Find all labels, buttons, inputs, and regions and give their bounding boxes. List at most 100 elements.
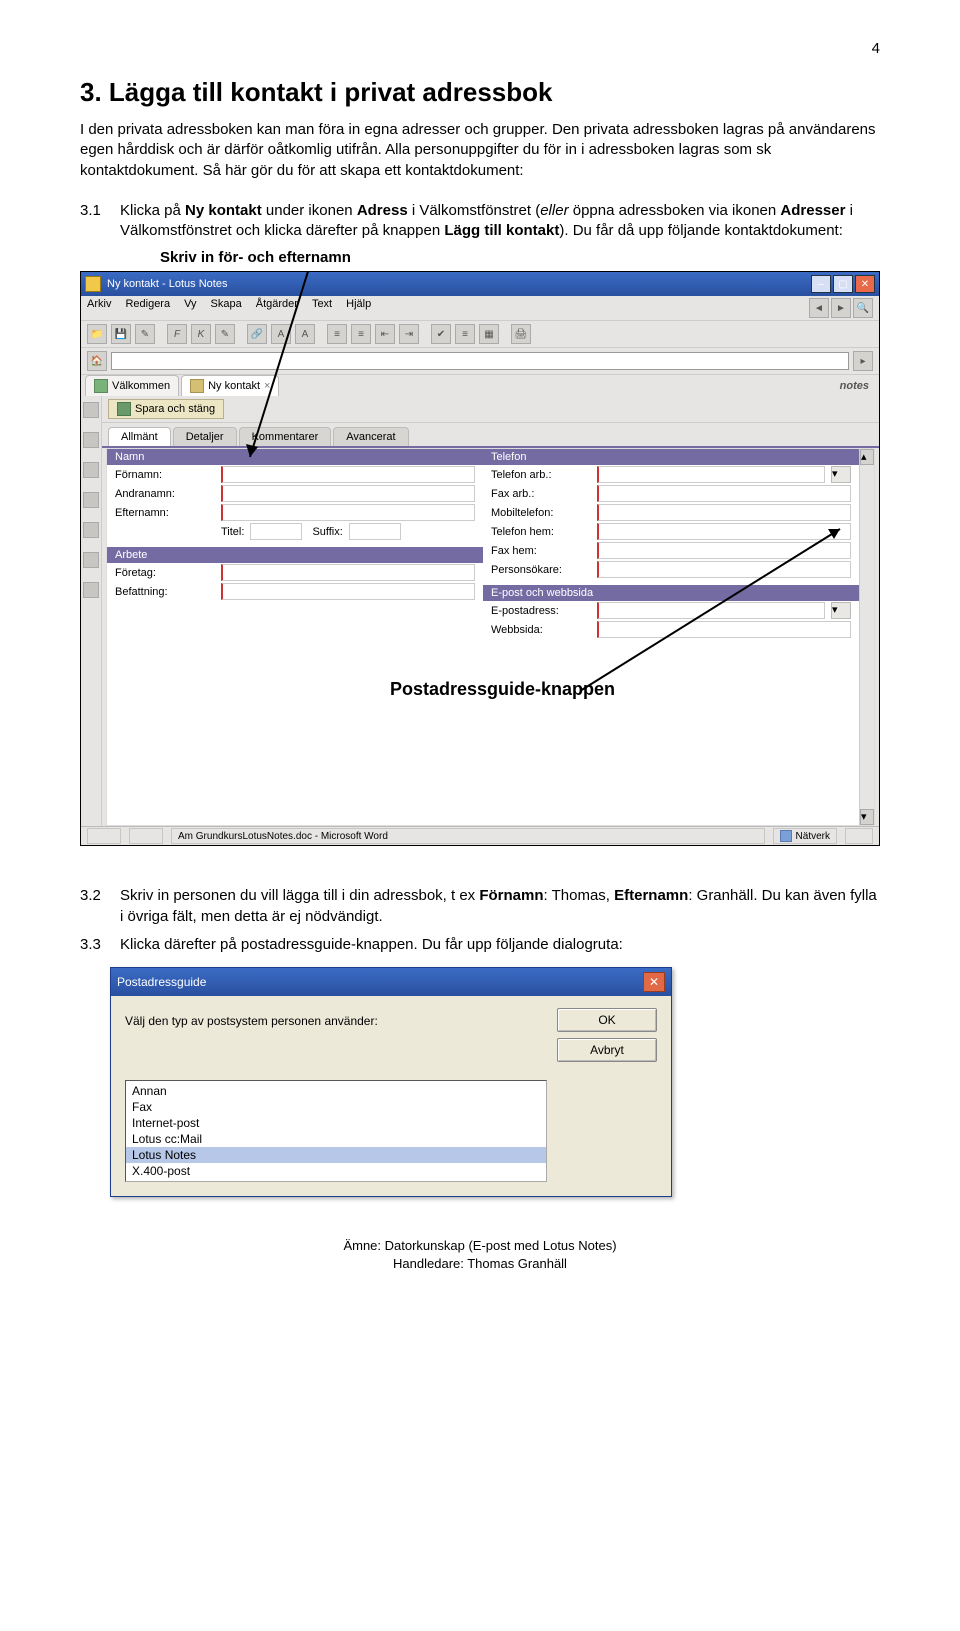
page-footer: Ämne: Datorkunskap (E-post med Lotus Not… (80, 1237, 880, 1273)
gutter-icon[interactable] (83, 492, 99, 508)
maximize-button[interactable]: ▢ (833, 275, 853, 293)
input-webbsida[interactable] (597, 621, 851, 638)
menu-item[interactable]: Skapa (211, 298, 242, 318)
list-item-selected[interactable]: Lotus Notes (126, 1147, 546, 1163)
indent-icon[interactable]: ⇤ (375, 324, 395, 344)
toolbar-icon[interactable]: 🔗 (247, 324, 267, 344)
subtab-allmant[interactable]: Allmänt (108, 427, 171, 446)
list-item[interactable]: X.400-post (126, 1163, 546, 1179)
tab-new-contact[interactable]: Ny kontakt × (181, 375, 279, 396)
save-icon (117, 402, 131, 416)
mail-guide-button[interactable]: ▾ (831, 602, 851, 619)
address-bar-row: 🏠 ▸ (81, 347, 879, 374)
page-number: 4 (80, 40, 880, 57)
italic-icon[interactable]: K (191, 324, 211, 344)
callout-top: Skriv in för- och efternamn (160, 249, 351, 266)
list-item[interactable]: Lotus cc:Mail (126, 1131, 546, 1147)
tab-welcome[interactable]: Välkommen (85, 375, 179, 396)
input-fornamn[interactable] (221, 466, 475, 483)
toolbar-icon[interactable]: 📁 (87, 324, 107, 344)
input-epostadress[interactable] (597, 602, 825, 619)
menu-item[interactable]: Åtgärder (256, 298, 298, 318)
window-titlebar: Ny kontakt - Lotus Notes – ▢ ✕ (81, 272, 879, 296)
input-befattning[interactable] (221, 583, 475, 600)
dropdown-button[interactable]: ▾ (831, 466, 851, 483)
input-tel-hem[interactable] (597, 523, 851, 540)
nav-back-icon[interactable]: ◄ (809, 298, 829, 318)
minimize-button[interactable]: – (811, 275, 831, 293)
step-3-2-body: Skriv in personen du vill lägga till i d… (120, 886, 880, 927)
bold-icon[interactable]: F (167, 324, 187, 344)
input-personsokare[interactable] (597, 561, 851, 578)
dialog-prompt: Välj den typ av postsystem personen anvä… (125, 1008, 543, 1062)
input-andranamn[interactable] (221, 485, 475, 502)
gutter-icon[interactable] (83, 552, 99, 568)
subtab-avancerat[interactable]: Avancerat (333, 427, 408, 446)
gutter-icon[interactable] (83, 462, 99, 478)
save-and-close-button[interactable]: Spara och stäng (108, 399, 224, 419)
nav-fwd-icon[interactable]: ► (831, 298, 851, 318)
contact-subtabs: Allmänt Detaljer Kommentarer Avancerat (102, 423, 879, 448)
mail-system-list[interactable]: Annan Fax Internet-post Lotus cc:Mail Lo… (125, 1080, 547, 1182)
address-icon[interactable]: 🏠 (87, 351, 107, 371)
input-efternamn[interactable] (221, 504, 475, 521)
subtab-detaljer[interactable]: Detaljer (173, 427, 237, 446)
gutter-icon[interactable] (83, 522, 99, 538)
scroll-down-icon[interactable]: ▾ (860, 809, 874, 825)
label-efternamn: Efternamn: (115, 507, 215, 519)
tab-close-icon[interactable]: × (264, 380, 270, 392)
subtab-kommentarer[interactable]: Kommentarer (239, 427, 332, 446)
menu-item[interactable]: Text (312, 298, 332, 318)
callout-postadressguide: Postadressguide-knappen (390, 679, 615, 700)
document-tabs: Välkommen Ny kontakt × notes (81, 374, 879, 396)
indent-icon[interactable]: ⇥ (399, 324, 419, 344)
label-fax-hem: Fax hem: (491, 545, 591, 557)
list-item[interactable]: Internet-post (126, 1115, 546, 1131)
list-item[interactable]: Annan (126, 1083, 546, 1099)
input-suffix[interactable] (349, 523, 401, 540)
gutter-icon[interactable] (83, 402, 99, 418)
address-input[interactable] (111, 352, 849, 370)
toolbar-icon[interactable]: 💾 (111, 324, 131, 344)
menu-item[interactable]: Vy (184, 298, 196, 318)
input-fax-arb[interactable] (597, 485, 851, 502)
toolbar-icon[interactable]: ✎ (215, 324, 235, 344)
toolbar-icon[interactable]: A (295, 324, 315, 344)
app-icon (85, 276, 101, 292)
status-cell (845, 828, 873, 844)
gutter-icon[interactable] (83, 582, 99, 598)
list-icon[interactable]: ≡ (327, 324, 347, 344)
cancel-button[interactable]: Avbryt (557, 1038, 657, 1062)
intro-paragraph: I den privata adressboken kan man föra i… (80, 120, 880, 181)
postadressguide-dialog: Postadressguide ✕ Välj den typ av postsy… (110, 967, 672, 1197)
menu-item[interactable]: Arkiv (87, 298, 111, 318)
dialog-close-button[interactable]: ✕ (643, 972, 665, 992)
search-icon[interactable]: 🔍 (853, 298, 873, 318)
vertical-scrollbar[interactable]: ▴ ▾ (859, 449, 874, 825)
input-tel-arb[interactable] (597, 466, 825, 483)
input-titel[interactable] (250, 523, 302, 540)
toolbar-icon[interactable]: ≡ (455, 324, 475, 344)
input-foretag[interactable] (221, 564, 475, 581)
scroll-up-icon[interactable]: ▴ (860, 449, 874, 465)
status-right: Nätverk (773, 828, 837, 844)
toolbar-icon[interactable]: A (271, 324, 291, 344)
ok-button[interactable]: OK (557, 1008, 657, 1032)
gutter-icon[interactable] (83, 432, 99, 448)
label-tel-arb: Telefon arb.: (491, 469, 591, 481)
list-icon[interactable]: ≡ (351, 324, 371, 344)
toolbar-icon[interactable]: ▦ (479, 324, 499, 344)
heading: 3. Lägga till kontakt i privat adressbok (80, 77, 880, 108)
input-fax-hem[interactable] (597, 542, 851, 559)
toolbar-icon[interactable]: ✎ (135, 324, 155, 344)
list-item[interactable]: Fax (126, 1099, 546, 1115)
toolbar-icon[interactable]: 🖨 (511, 324, 531, 344)
menu-item[interactable]: Hjälp (346, 298, 371, 318)
menu-item[interactable]: Redigera (125, 298, 170, 318)
dialog-titlebar: Postadressguide ✕ (111, 968, 671, 996)
toolbar-icon[interactable]: ✔ (431, 324, 451, 344)
go-icon[interactable]: ▸ (853, 351, 873, 371)
close-button[interactable]: ✕ (855, 275, 875, 293)
input-mobil[interactable] (597, 504, 851, 521)
step-3-3-number: 3.3 (80, 935, 120, 955)
